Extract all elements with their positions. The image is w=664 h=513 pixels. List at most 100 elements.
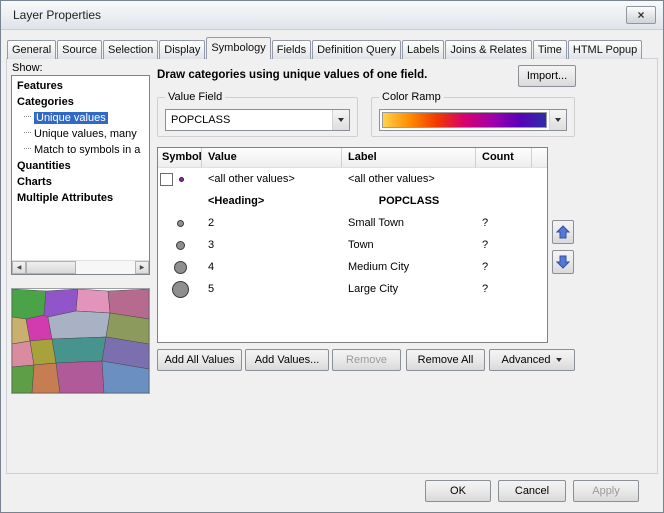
symbol-cell (158, 168, 202, 190)
show-item-charts[interactable]: Charts (12, 174, 149, 190)
show-item-categories[interactable]: Categories (12, 94, 149, 110)
tab-selection[interactable]: Selection (103, 40, 158, 59)
table-row[interactable]: <Heading>POPCLASS (158, 190, 547, 212)
show-item-label: Charts (17, 176, 52, 188)
show-item-label: Quantities (17, 160, 71, 172)
column-header-label[interactable]: Label (342, 148, 476, 168)
window-title: Layer Properties (13, 8, 101, 22)
value-cell: 5 (202, 283, 342, 295)
column-header-value[interactable]: Value (202, 148, 342, 168)
apply-button: Apply (573, 480, 639, 502)
value-cell: 4 (202, 261, 342, 273)
column-header-symbol[interactable]: Symbol (158, 148, 202, 168)
remove-button: Remove (332, 349, 401, 371)
advanced-label: Advanced (502, 354, 551, 366)
table-row[interactable]: 4Medium City? (158, 256, 547, 278)
symbol-cell (158, 234, 202, 256)
tab-time[interactable]: Time (533, 40, 567, 59)
tab-labels[interactable]: Labels (402, 40, 444, 59)
title-bar[interactable]: Layer Properties × (1, 1, 663, 30)
horizontal-scrollbar[interactable]: ◀ ▶ (12, 260, 149, 274)
tab-display[interactable]: Display (159, 40, 205, 59)
count-cell: ? (476, 217, 547, 229)
tab-joins-relates[interactable]: Joins & Relates (445, 40, 531, 59)
color-ramp-dropdown-button[interactable] (549, 110, 566, 130)
show-item-features[interactable]: Features (12, 78, 149, 94)
map-preview-image (12, 289, 149, 393)
advanced-button[interactable]: Advanced (489, 349, 575, 371)
show-item-multiple-attributes[interactable]: Multiple Attributes (12, 190, 149, 206)
ok-button[interactable]: OK (425, 480, 491, 502)
value-cell: <all other values> (202, 173, 342, 185)
symbol-cell (158, 212, 202, 234)
label-cell: Medium City (342, 261, 476, 273)
values-table: SymbolValueLabelCount <all other values>… (157, 147, 548, 343)
up-arrow-icon (555, 224, 571, 240)
move-up-button[interactable] (552, 220, 574, 244)
table-row[interactable]: 3Town? (158, 234, 547, 256)
dropdown-arrow-icon (556, 358, 562, 362)
color-ramp-label: Color Ramp (379, 91, 444, 103)
tab-html-popup[interactable]: HTML Popup (568, 40, 642, 59)
show-list-items: Features Categories Unique valuesUnique va… (12, 76, 149, 260)
table-body: <all other values><all other values><Hea… (158, 168, 547, 300)
row-checkbox[interactable] (160, 173, 173, 186)
tab-symbology[interactable]: Symbology (206, 37, 270, 59)
label-cell: Large City (342, 283, 476, 295)
value-field-combo[interactable]: POPCLASS (165, 109, 350, 131)
label-cell: POPCLASS (342, 195, 476, 207)
label-cell: Small Town (342, 217, 476, 229)
scroll-left-icon[interactable]: ◀ (12, 261, 26, 274)
import-button[interactable]: Import... (518, 65, 576, 87)
show-item-match-to-symbols-in-a[interactable]: Match to symbols in a (12, 142, 149, 158)
count-cell: ? (476, 283, 547, 295)
column-header-count[interactable]: Count (476, 148, 532, 168)
scroll-right-icon[interactable]: ▶ (135, 261, 149, 274)
count-cell: ? (476, 261, 547, 273)
move-down-button[interactable] (552, 250, 574, 274)
add-values-button[interactable]: Add Values... (245, 349, 329, 371)
table-row[interactable]: 5Large City? (158, 278, 547, 300)
column-header-filler (532, 148, 547, 168)
point-symbol-icon[interactable] (179, 177, 184, 182)
value-field-dropdown-button[interactable] (332, 110, 349, 130)
scroll-track[interactable] (26, 261, 135, 274)
value-field-value: POPCLASS (166, 114, 332, 126)
show-item-unique-values[interactable]: Unique values (12, 110, 149, 126)
cancel-button[interactable]: Cancel (498, 480, 566, 502)
show-item-unique-values-many[interactable]: Unique values, many (12, 126, 149, 142)
tab-fields[interactable]: Fields (272, 40, 311, 59)
circle-symbol-icon[interactable] (176, 241, 185, 250)
tab-page: Show: Features Categories Unique valuesUni… (6, 58, 658, 474)
panel-description: Draw categories using unique values of o… (157, 69, 427, 81)
show-label: Show: (12, 62, 43, 74)
down-arrow-icon (555, 254, 571, 270)
color-ramp-swatch (382, 112, 547, 128)
tab-general[interactable]: General (7, 40, 56, 59)
value-cell: <Heading> (202, 195, 342, 207)
value-field-group: Value Field POPCLASS (157, 97, 358, 137)
show-item-label: Match to symbols in a (34, 144, 140, 156)
label-cell: Town (342, 239, 476, 251)
table-row[interactable]: <all other values><all other values> (158, 168, 547, 190)
circle-symbol-icon[interactable] (174, 261, 187, 274)
tab-source[interactable]: Source (57, 40, 102, 59)
color-ramp-combo[interactable] (379, 109, 567, 131)
tab-definition-query[interactable]: Definition Query (312, 40, 401, 59)
layer-properties-dialog: Layer Properties × GeneralSourceSelectio… (0, 0, 664, 513)
circle-symbol-icon[interactable] (177, 220, 184, 227)
close-button[interactable]: × (626, 6, 656, 24)
chevron-down-icon (555, 118, 561, 122)
circle-symbol-icon[interactable] (172, 281, 189, 298)
show-item-quantities[interactable]: Quantities (12, 158, 149, 174)
map-preview (11, 288, 150, 394)
remove-all-button[interactable]: Remove All (406, 349, 485, 371)
scroll-thumb[interactable] (26, 261, 76, 274)
label-cell: <all other values> (342, 173, 476, 185)
color-ramp-group: Color Ramp (371, 97, 575, 137)
symbol-cell (158, 190, 202, 212)
add-all-values-button[interactable]: Add All Values (157, 349, 242, 371)
table-row[interactable]: 2Small Town? (158, 212, 547, 234)
show-item-label: Categories (17, 96, 74, 108)
symbol-cell (158, 256, 202, 278)
